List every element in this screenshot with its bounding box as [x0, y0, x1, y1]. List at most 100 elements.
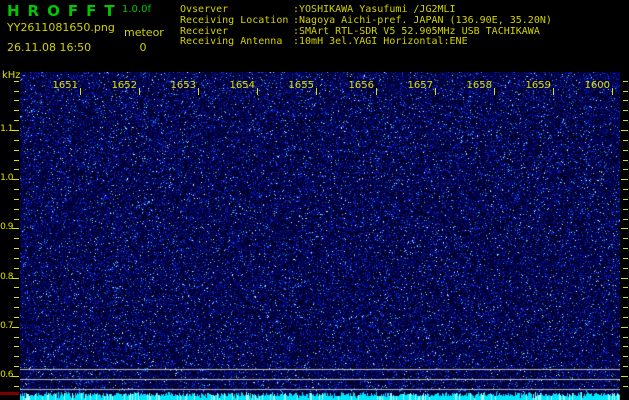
freq-minor-tick-left: [14, 337, 19, 338]
time-label: 1659: [525, 80, 551, 91]
app-title: HROFFT: [7, 2, 123, 20]
time-tick: [553, 88, 554, 95]
freq-minor-tick-right: [623, 238, 628, 239]
freq-minor-tick-right: [623, 337, 628, 338]
time-label: 1653: [170, 80, 196, 91]
freq-minor-tick-left: [14, 219, 19, 220]
freq-minor-tick-left: [14, 199, 19, 200]
freq-major-tick-left: [12, 327, 19, 328]
observation-datetime: 26.11.08 16:50: [7, 41, 92, 54]
freq-minor-tick-right: [623, 287, 628, 288]
time-tick: [80, 88, 81, 95]
freq-minor-tick-left: [14, 248, 19, 249]
freq-label: 1.0: [0, 173, 13, 183]
freq-minor-tick-left: [14, 81, 19, 82]
info-label: Receiving Antenna: [180, 36, 283, 48]
freq-minor-tick-right: [623, 199, 628, 200]
freq-minor-tick-right: [623, 81, 628, 82]
freq-major-tick-left: [12, 376, 19, 377]
time-label: 1656: [348, 80, 374, 91]
freq-minor-tick-right: [623, 160, 628, 161]
freq-minor-tick-left: [14, 258, 19, 259]
output-filename: YY2611081650.png: [7, 21, 115, 34]
freq-minor-tick-left: [14, 386, 19, 387]
freq-major-tick-left: [12, 228, 19, 229]
freq-minor-tick-left: [14, 268, 19, 269]
freq-minor-tick-right: [623, 110, 628, 111]
freq-minor-tick-right: [623, 91, 628, 92]
freq-label: 0.9: [0, 222, 13, 232]
freq-minor-tick-left: [14, 169, 19, 170]
freq-minor-tick-right: [623, 297, 628, 298]
freq-minor-tick-right: [623, 356, 628, 357]
freq-minor-tick-right: [623, 219, 628, 220]
freq-label: 0.8: [0, 272, 13, 282]
freq-minor-tick-left: [14, 356, 19, 357]
freq-minor-tick-right: [623, 258, 628, 259]
freq-minor-tick-right: [623, 366, 628, 367]
time-tick: [257, 88, 258, 95]
app-version: 1.0.0f: [122, 4, 151, 15]
freq-major-tick-right: [621, 278, 628, 279]
freq-minor-tick-right: [623, 317, 628, 318]
freq-minor-tick-right: [623, 248, 628, 249]
freq-minor-tick-left: [14, 287, 19, 288]
time-tick: [612, 88, 613, 95]
time-tick: [198, 88, 199, 95]
time-label: 1600: [584, 80, 610, 91]
freq-minor-tick-right: [623, 346, 628, 347]
freq-major-tick-left: [12, 278, 19, 279]
freq-minor-tick-left: [14, 140, 19, 141]
freq-major-tick-left: [12, 130, 19, 131]
freq-minor-tick-right: [623, 140, 628, 141]
freq-minor-tick-right: [623, 169, 628, 170]
hrofft-window: HROFFT 1.0.0f YY2611081650.png meteor 26…: [0, 0, 629, 400]
freq-minor-tick-right: [623, 307, 628, 308]
time-label: 1658: [466, 80, 492, 91]
freq-minor-tick-right: [623, 150, 628, 151]
corner-red-bar: [0, 392, 19, 395]
freq-minor-tick-left: [14, 150, 19, 151]
freq-minor-tick-left: [14, 346, 19, 347]
freq-minor-tick-left: [14, 120, 19, 121]
freq-minor-tick-left: [14, 209, 19, 210]
freq-minor-tick-left: [14, 91, 19, 92]
freq-minor-tick-right: [623, 100, 628, 101]
time-tick: [435, 88, 436, 95]
freq-minor-tick-left: [14, 297, 19, 298]
freq-minor-tick-right: [623, 120, 628, 121]
time-label: 1657: [407, 80, 433, 91]
time-tick: [376, 88, 377, 95]
freq-minor-tick-left: [14, 238, 19, 239]
freq-major-tick-right: [621, 228, 628, 229]
freq-major-tick-left: [12, 179, 19, 180]
meteor-count: 0: [139, 41, 147, 54]
info-value: :10mH 3el.YAGI Horizontal:ENE: [293, 36, 468, 48]
mode-label: meteor: [124, 26, 164, 39]
time-tick: [139, 88, 140, 95]
freq-label: 1.1: [0, 124, 13, 134]
freq-axis-unit: kHz: [2, 70, 21, 81]
time-tick: [494, 88, 495, 95]
freq-major-tick-right: [621, 376, 628, 377]
spectrogram-canvas: [20, 72, 620, 400]
freq-minor-tick-left: [14, 307, 19, 308]
info-value: :Nagoya Aichi-pref. JAPAN (136.90E, 35.2…: [293, 14, 552, 26]
freq-minor-tick-left: [14, 100, 19, 101]
freq-major-tick-right: [621, 179, 628, 180]
freq-minor-tick-right: [623, 268, 628, 269]
freq-minor-tick-left: [14, 160, 19, 161]
time-label: 1654: [229, 80, 255, 91]
freq-minor-tick-right: [623, 386, 628, 387]
freq-minor-tick-left: [14, 366, 19, 367]
freq-minor-tick-left: [14, 110, 19, 111]
time-tick: [316, 88, 317, 95]
freq-label: 0.6: [0, 370, 13, 380]
time-label: 1652: [111, 80, 137, 91]
freq-minor-tick-left: [14, 317, 19, 318]
freq-minor-tick-right: [623, 189, 628, 190]
freq-major-tick-right: [621, 130, 628, 131]
info-label: Receiving Location: [180, 14, 289, 26]
freq-minor-tick-right: [623, 209, 628, 210]
time-label: 1655: [288, 80, 314, 91]
